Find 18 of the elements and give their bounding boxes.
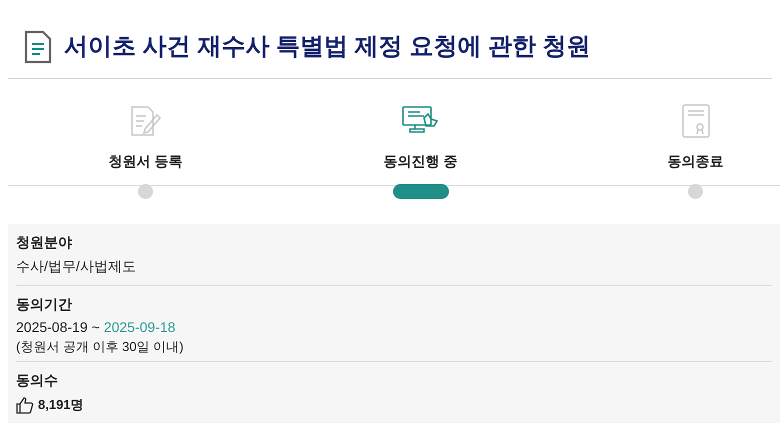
date-separator: ~ [92,318,100,337]
monitor-hand-icon [402,106,440,136]
step-label: 동의진행 중 [384,152,458,171]
step-label: 청원서 등록 [108,152,182,171]
step-label: 동의종료 [668,152,724,171]
certificate-icon [680,104,710,138]
petition-title: 서이초 사건 재수사 특별법 제정 요청에 관한 청원 [64,35,591,59]
field-value: 수사/법무/사법제도 [16,257,137,276]
field-label: 동의기간 [16,295,73,314]
agreement-count: 8,191명 [38,396,84,414]
thumbs-up-icon [16,396,34,414]
end-date: 2025-09-18 [104,318,176,337]
field-label: 동의수 [16,371,59,390]
document-icon [24,30,52,64]
start-date: 2025-08-19 [16,318,88,337]
field-label: 청원분야 [16,233,73,252]
period-note: (청원서 공개 이후 30일 이내) [16,339,185,355]
document-pen-icon [128,105,162,137]
